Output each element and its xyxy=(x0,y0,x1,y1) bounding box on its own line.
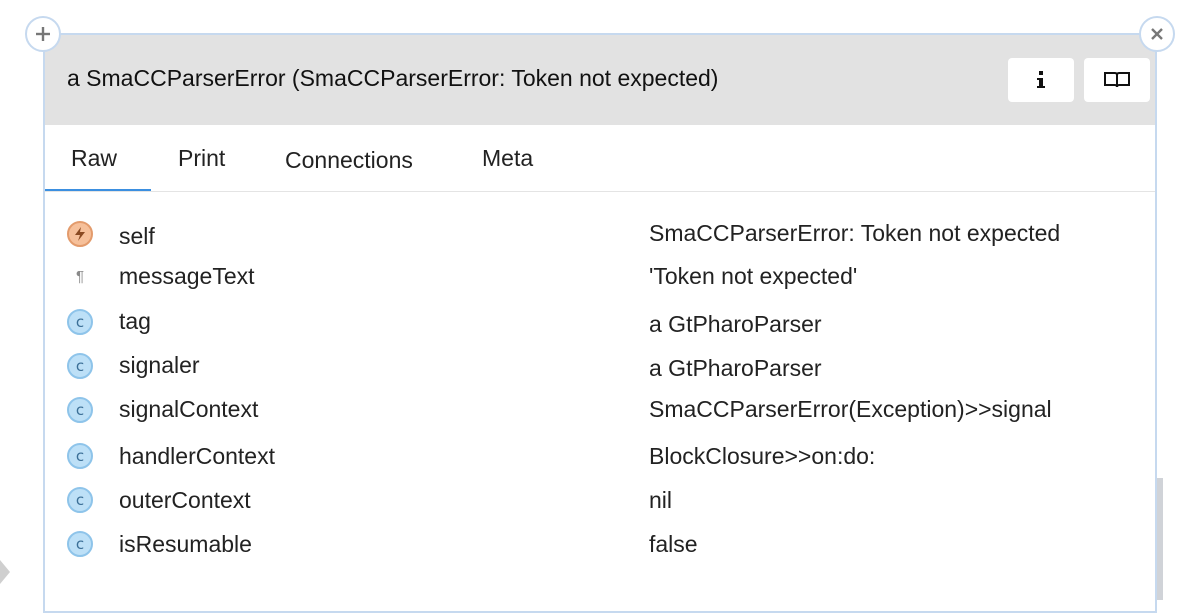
info-button[interactable] xyxy=(1008,58,1074,102)
inspector-header: a SmaCCParserError (SmaCCParserError: To… xyxy=(45,35,1155,125)
tab-raw[interactable]: Raw xyxy=(71,145,117,172)
list-item[interactable]: c outerContext nil xyxy=(45,485,1155,525)
tab-print[interactable]: Print xyxy=(178,145,225,172)
list-item[interactable]: c signalContext SmaCCParserError(Excepti… xyxy=(45,393,1155,433)
variable-value: a GtPharoParser xyxy=(649,355,822,381)
plus-icon xyxy=(36,27,50,41)
close-pane-button[interactable] xyxy=(1139,16,1175,52)
list-item[interactable]: ¶ messageText 'Token not expected' xyxy=(45,259,1155,299)
variable-value: SmaCCParserError: Token not expected xyxy=(649,220,1061,246)
variable-name: signalContext xyxy=(119,396,259,422)
class-icon: c xyxy=(67,397,93,423)
variable-name: signaler xyxy=(119,352,200,378)
list-item[interactable]: c isResumable false xyxy=(45,529,1155,569)
class-icon: c xyxy=(67,309,93,335)
tab-connections[interactable]: Connections xyxy=(285,147,413,174)
variable-value: a GtPharoParser xyxy=(649,311,822,337)
variable-name: self xyxy=(119,223,155,249)
list-item[interactable]: self SmaCCParserError: Token not expecte… xyxy=(45,217,1155,257)
variable-value: BlockClosure>>on:do: xyxy=(649,443,876,469)
variable-name: messageText xyxy=(119,263,255,289)
class-icon: c xyxy=(67,353,93,379)
class-icon: c xyxy=(67,443,93,469)
variable-name: outerContext xyxy=(119,487,251,513)
class-icon: c xyxy=(67,531,93,557)
bolt-icon xyxy=(67,221,93,247)
variable-name: handlerContext xyxy=(119,443,275,469)
info-icon xyxy=(1037,71,1045,88)
list-item[interactable]: c tag a GtPharoParser xyxy=(45,305,1155,345)
variable-name: isResumable xyxy=(119,531,252,557)
expand-arrow-icon[interactable] xyxy=(0,560,10,584)
variable-value: nil xyxy=(649,487,673,513)
variable-value: false xyxy=(649,531,698,557)
scrollbar[interactable] xyxy=(1157,478,1163,600)
class-icon: c xyxy=(67,487,93,513)
pilcrow-icon: ¶ xyxy=(75,267,85,285)
tab-bar: Raw Print Connections Meta xyxy=(45,125,1155,192)
variable-value: SmaCCParserError(Exception)>>signal xyxy=(649,396,1052,422)
list-item[interactable]: c handlerContext BlockClosure>>on:do: xyxy=(45,441,1155,481)
list-item[interactable]: c signaler a GtPharoParser xyxy=(45,349,1155,389)
variable-value: 'Token not expected' xyxy=(649,263,858,289)
add-pane-button[interactable] xyxy=(25,16,61,52)
close-icon xyxy=(1151,28,1163,40)
tab-meta[interactable]: Meta xyxy=(482,145,533,172)
variable-name: tag xyxy=(119,308,151,334)
window-title: a SmaCCParserError (SmaCCParserError: To… xyxy=(67,65,719,91)
active-tab-indicator xyxy=(45,189,151,191)
browse-button[interactable] xyxy=(1084,58,1150,102)
book-icon xyxy=(1104,72,1130,88)
inspector-window: a SmaCCParserError (SmaCCParserError: To… xyxy=(43,33,1157,613)
